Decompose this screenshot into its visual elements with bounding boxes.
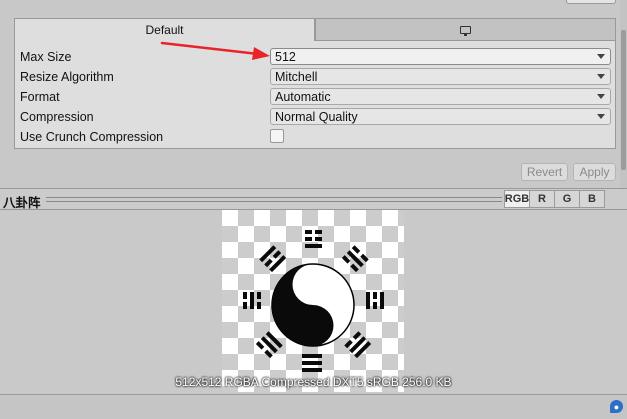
chevron-down-icon: [597, 114, 605, 119]
channel-rgb-button[interactable]: RGB: [504, 190, 530, 208]
preview-drag-handle[interactable]: [46, 197, 502, 202]
compression-row: Compression: [20, 108, 270, 126]
compression-value: Normal Quality: [275, 109, 358, 124]
channel-toggles: RGB R G B: [504, 190, 605, 208]
preview-title: 八卦阵: [3, 195, 41, 210]
platform-tabs: Default: [14, 18, 616, 41]
channel-b-button[interactable]: B: [579, 190, 605, 208]
chevron-down-icon: [597, 94, 605, 99]
bagua-image: [243, 230, 384, 372]
channel-g-button[interactable]: G: [554, 190, 580, 208]
resize-algorithm-label: Resize Algorithm: [20, 70, 114, 84]
format-row: Format: [20, 88, 270, 106]
compression-dropdown[interactable]: Normal Quality: [270, 108, 611, 125]
format-value: Automatic: [275, 89, 331, 104]
channel-g-label: G: [562, 193, 572, 205]
revert-label: Revert: [526, 165, 563, 179]
scrollbar-thumb[interactable]: [621, 30, 626, 170]
bottom-bar: ●: [0, 394, 627, 419]
preview-area: [0, 210, 627, 395]
channel-r-button[interactable]: R: [529, 190, 555, 208]
import-settings-panel: Max Size 512 Resize Algorithm Mitchell F…: [14, 41, 616, 149]
resize-algorithm-row: Resize Algorithm: [20, 68, 270, 86]
asset-label-icon[interactable]: ●: [610, 400, 623, 413]
apply-label: Apply: [579, 165, 610, 179]
revert-button[interactable]: Revert: [521, 163, 568, 181]
chevron-down-icon: [597, 74, 605, 79]
max-size-value: 512: [275, 49, 296, 64]
compression-label: Compression: [20, 110, 94, 124]
top-strip: [0, 0, 627, 18]
format-dropdown[interactable]: Automatic: [270, 88, 611, 105]
resize-algorithm-dropdown[interactable]: Mitchell: [270, 68, 611, 85]
texture-preview: [222, 210, 404, 392]
format-label: Format: [20, 90, 60, 104]
apply-button[interactable]: Apply: [573, 163, 616, 181]
crunch-label: Use Crunch Compression: [20, 130, 164, 144]
tab-standalone[interactable]: [315, 18, 616, 41]
preview-header: 八卦阵 RGB R G B: [0, 188, 627, 210]
texture-info: 512x512 RGBA Compressed DXT5 sRGB 256.0 …: [175, 375, 452, 389]
crunch-checkbox[interactable]: [270, 129, 284, 143]
channel-rgb-label: RGB: [504, 193, 530, 205]
annotation-arrow-icon: [160, 41, 270, 60]
resize-algorithm-value: Mitchell: [275, 69, 318, 84]
tab-default-label: Default: [145, 23, 184, 37]
chevron-down-icon: [597, 54, 605, 59]
top-partial-button[interactable]: [566, 0, 616, 4]
monitor-icon: [460, 25, 471, 36]
channel-b-label: B: [588, 193, 596, 205]
max-size-dropdown[interactable]: 512: [270, 48, 611, 65]
crunch-row: Use Crunch Compression: [20, 128, 270, 146]
channel-r-label: R: [538, 193, 546, 205]
inspector-scrollbar[interactable]: [620, 0, 627, 190]
